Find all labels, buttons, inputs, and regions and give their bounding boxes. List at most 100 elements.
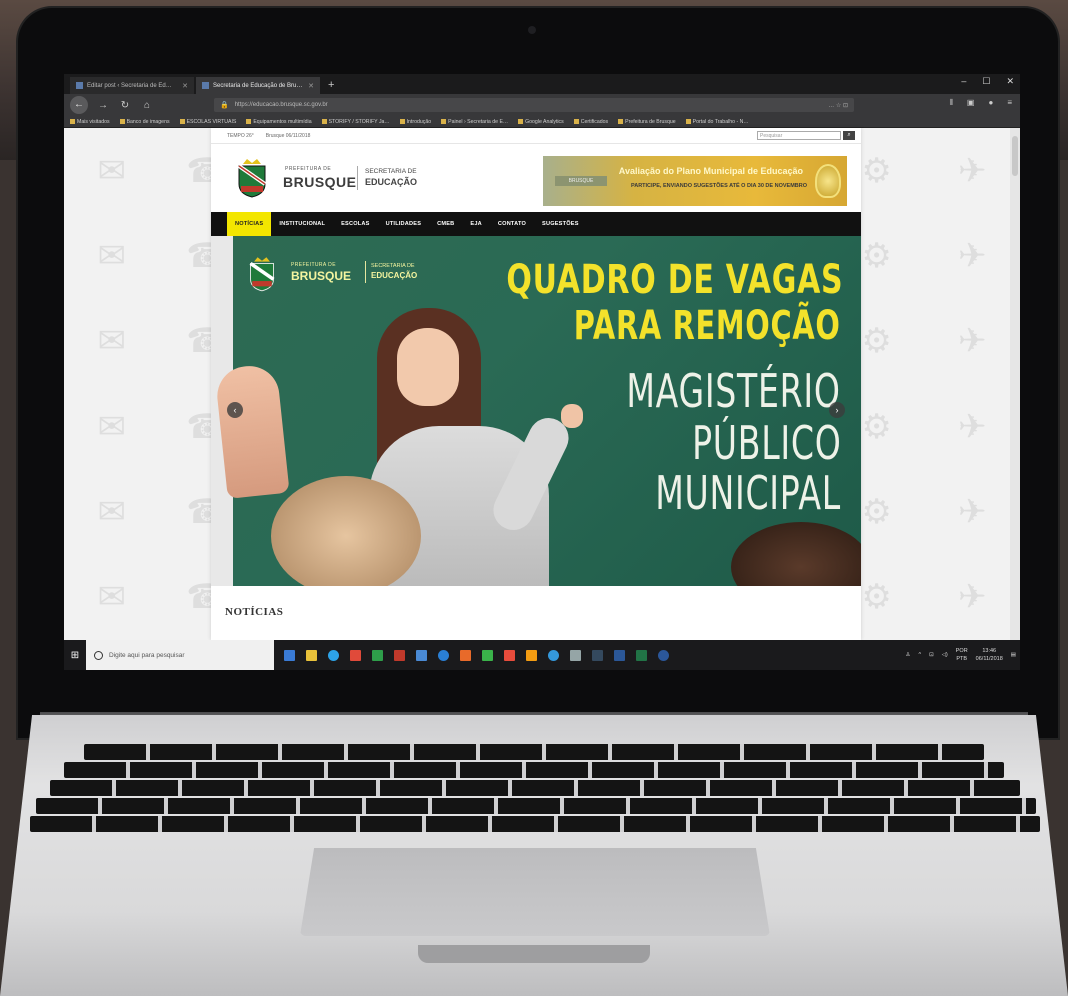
taskbar-app-icon[interactable] <box>432 640 454 670</box>
bookmark-item[interactable]: Portal do Trabalho - N… <box>685 118 749 125</box>
library-icon[interactable]: ⫴ <box>950 98 953 108</box>
maximize-icon[interactable]: ☐ <box>982 76 990 87</box>
taskbar-app-icon[interactable] <box>344 640 366 670</box>
close-tab-icon[interactable]: ✕ <box>308 82 314 90</box>
close-tab-icon[interactable]: ✕ <box>182 82 188 90</box>
tray-clock[interactable]: 13:46 06/11/2018 <box>976 647 1003 663</box>
photo-student-head-right <box>731 522 861 586</box>
menu-item[interactable]: CONTATO <box>490 212 534 236</box>
menu-item[interactable]: EJA <box>462 212 489 236</box>
taskbar-app-icon[interactable] <box>476 640 498 670</box>
hero-chalk-1: MAGISTÉRIO <box>626 364 841 418</box>
pattern-icon: ✉ <box>97 151 127 190</box>
bookmark-item[interactable]: Certificados <box>573 119 608 125</box>
weather-text: TEMPO 26° <box>227 132 254 139</box>
windows-taskbar: ⊞ Digite aqui para pesquisar ♙ ^ ⊡ ◁) PO… <box>64 640 1020 670</box>
bookmark-item[interactable]: Banco de imagens <box>119 118 170 125</box>
pme-banner[interactable]: BRUSQUE Avaliação do Plano Municipal de … <box>543 156 847 206</box>
taskbar-app-icon[interactable] <box>652 640 674 670</box>
bookmark-folder-icon <box>685 118 691 124</box>
url-bar[interactable]: 🔒 https://educacao.brusque.sc.gov.br … ☆… <box>214 98 854 112</box>
slider-prev-icon[interactable]: ‹ <box>227 402 243 418</box>
bookmark-item[interactable]: Equipamentos multimídia <box>246 119 312 125</box>
taskbar-app-icon[interactable] <box>542 640 564 670</box>
menu-item[interactable]: INSTITUCIONAL <box>271 212 333 236</box>
lock-icon: 🔒 <box>220 102 229 109</box>
tab-label: Editar post ‹ Secretaria de Ed… <box>87 82 172 89</box>
bookmark-item[interactable]: Painel › Secretaria de E… <box>441 119 508 125</box>
page-viewport: ✉☎✎⚐☼♫✂⌂⚙✈✉☎✎⚐☼♫✂⌂⚙✈✉☎✎⚐☼♫✂⌂⚙✈✉☎✎⚐☼♫✂⌂⚙✈… <box>64 128 1020 640</box>
tray-network-icon[interactable]: ⊡ <box>929 652 934 658</box>
tray-chevron-icon[interactable]: ^ <box>918 652 921 658</box>
forward-icon[interactable]: → <box>96 100 110 111</box>
section-title-noticias: NOTÍCIAS <box>225 606 284 618</box>
taskbar-app-icon[interactable] <box>564 640 586 670</box>
bookmark-item[interactable]: Prefeitura de Brusque <box>618 119 676 125</box>
url-text: https://educacao.brusque.sc.gov.br <box>234 102 328 108</box>
tray-language[interactable]: POR PTB <box>956 647 968 663</box>
taskbar-app-icon[interactable] <box>586 640 608 670</box>
minimize-icon[interactable]: – <box>961 76 966 87</box>
front-notch <box>418 945 650 963</box>
home-icon[interactable]: ⌂ <box>140 100 154 111</box>
back-icon[interactable]: ← <box>70 96 88 114</box>
brand-secretaria: SECRETARIA DE <box>365 168 417 175</box>
menu-item[interactable]: CMEB <box>429 212 462 236</box>
taskbar-app-icon[interactable] <box>410 640 432 670</box>
taskbar-app-icon[interactable] <box>366 640 388 670</box>
sidebar-icon[interactable]: ▣ <box>967 98 975 108</box>
browser-tab[interactable]: Editar post ‹ Secretaria de Ed… ✕ <box>70 77 194 94</box>
bookmark-folder-icon <box>179 118 185 124</box>
new-tab-button[interactable]: + <box>328 77 334 94</box>
reload-icon[interactable]: ↻ <box>118 100 132 111</box>
tray-volume-icon[interactable]: ◁) <box>942 652 948 658</box>
windows-start-icon[interactable]: ⊞ <box>64 640 86 670</box>
taskbar-search-input[interactable]: Digite aqui para pesquisar <box>86 640 274 670</box>
close-window-icon[interactable]: ✕ <box>1006 76 1014 87</box>
taskbar-app-icon[interactable] <box>300 640 322 670</box>
taskbar-app-icon[interactable] <box>322 640 344 670</box>
pattern-icon: ⚙ <box>861 407 892 446</box>
bookmark-item[interactable]: Mais visitados <box>70 119 110 125</box>
bookmark-item[interactable]: STORIFY / STORIFY Ja… <box>321 119 390 125</box>
bookmark-item[interactable]: Google Analytics <box>518 119 564 125</box>
site-search-input[interactable]: Pesquisar <box>757 131 841 140</box>
pattern-icon: ✉ <box>97 407 127 446</box>
taskbar-app-icon[interactable] <box>454 640 476 670</box>
site-search-button[interactable]: ⌕ <box>843 131 855 140</box>
slider-next-icon[interactable]: › <box>829 402 845 418</box>
scroll-thumb[interactable] <box>1012 136 1018 176</box>
pattern-icon: ⚙ <box>861 236 892 275</box>
trackpad <box>300 848 770 936</box>
taskbar-app-icon[interactable] <box>278 640 300 670</box>
menu-icon[interactable]: ≡ <box>1007 98 1012 108</box>
hero-slider[interactable]: PREFEITURA DE BRUSQUE SECRETARIA DE EDUC… <box>211 236 861 586</box>
brusque-crest-logo[interactable] <box>235 158 269 198</box>
notifications-icon[interactable]: ▤ <box>1011 652 1016 658</box>
brand-prefeitura: PREFEITURA DE <box>285 166 332 172</box>
browser-tab-active[interactable]: Secretaria de Educação de Bru… ✕ <box>196 77 320 94</box>
system-tray: ♙ ^ ⊡ ◁) POR PTB 13:46 06/11/2018 ▤ <box>906 640 1016 670</box>
scrollbar[interactable] <box>1010 128 1020 640</box>
taskbar-app-icon[interactable] <box>630 640 652 670</box>
taskbar-app-icon[interactable] <box>608 640 630 670</box>
pattern-icon: ✈ <box>957 492 987 531</box>
hero-educacao: EDUCAÇÃO <box>371 271 418 280</box>
extension-icon[interactable]: ● <box>988 98 993 108</box>
taskbar-app-icon[interactable] <box>498 640 520 670</box>
tray-people-icon[interactable]: ♙ <box>906 652 911 658</box>
bookmark-folder-icon <box>119 118 125 124</box>
bookmark-item[interactable]: Introdução <box>399 119 431 125</box>
pattern-icon: ✈ <box>957 151 987 190</box>
bookmark-folder-icon <box>70 118 75 124</box>
url-actions[interactable]: … ☆ ⊡ <box>828 102 848 109</box>
bookmark-item[interactable]: ESCOLAS VIRTUAIS <box>179 118 236 125</box>
taskbar-app-icon[interactable] <box>388 640 410 670</box>
cortana-icon <box>94 650 103 660</box>
menu-item[interactable]: SUGESTÕES <box>534 212 587 236</box>
taskbar-app-icon[interactable] <box>520 640 542 670</box>
hero-divider <box>365 261 366 283</box>
menu-item[interactable]: ESCOLAS <box>333 212 377 236</box>
menu-item[interactable]: NOTÍCIAS <box>227 212 272 236</box>
menu-item[interactable]: UTILIDADES <box>378 212 430 236</box>
